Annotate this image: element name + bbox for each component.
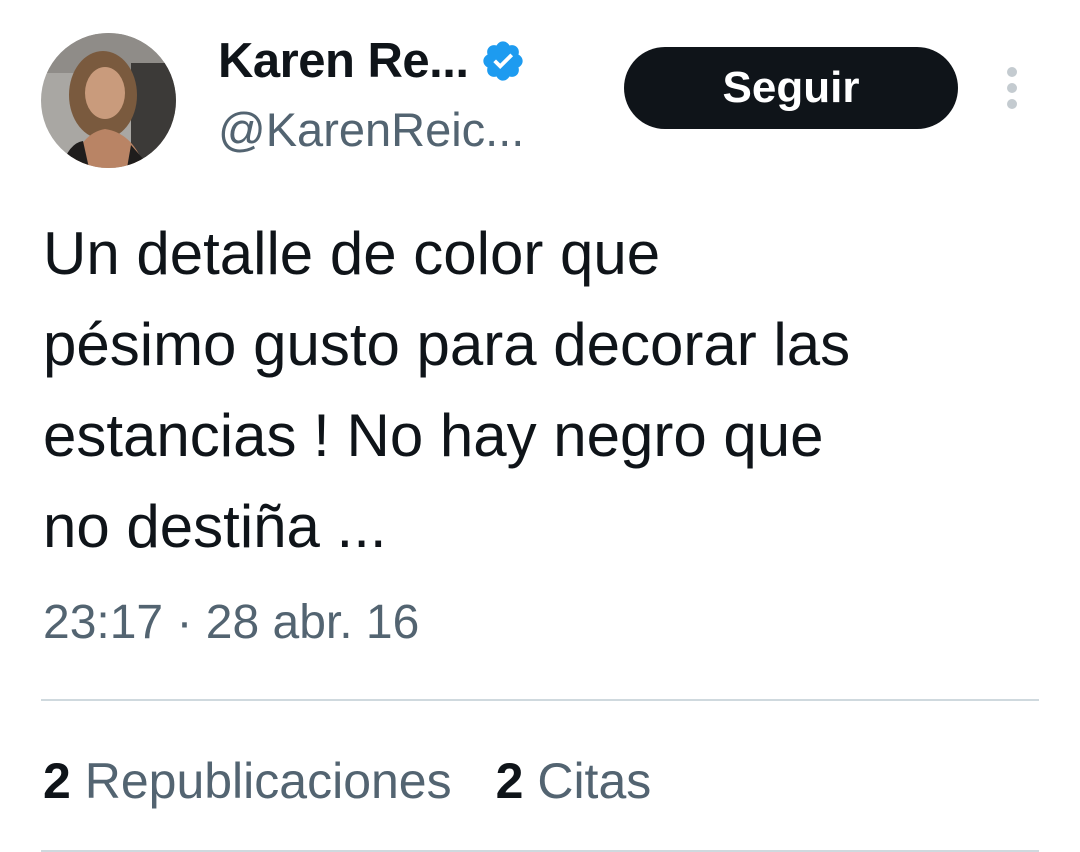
- stat-label: Citas: [537, 753, 652, 809]
- stat-citas[interactable]: 2 Citas: [496, 752, 652, 810]
- author-handle[interactable]: @KarenReic...: [218, 102, 524, 157]
- tweet-text: Un detalle de color que pésimo gusto par…: [43, 220, 851, 560]
- follow-button[interactable]: Seguir: [624, 47, 958, 129]
- divider: [41, 699, 1039, 701]
- tweet-stats: 2 Republicaciones 2 Citas: [43, 752, 651, 810]
- tweet-timestamp[interactable]: 23:17 · 28 abr. 16: [43, 595, 419, 650]
- stat-count: 2: [495, 753, 524, 809]
- avatar-image: [41, 33, 176, 168]
- stat-label: Republicaciones: [84, 753, 452, 809]
- stat-count: 2: [43, 753, 71, 809]
- tweet-page: Karen Re... @KarenReic... Seguir Un deta…: [0, 0, 1080, 852]
- author-name-row: Karen Re...: [218, 30, 526, 92]
- more-options-icon[interactable]: [998, 62, 1026, 114]
- author-display-name[interactable]: Karen Re...: [218, 33, 469, 89]
- avatar[interactable]: [41, 33, 176, 168]
- verified-badge-icon: [480, 38, 526, 84]
- stat-republicaciones[interactable]: 2 Republicaciones: [43, 752, 452, 810]
